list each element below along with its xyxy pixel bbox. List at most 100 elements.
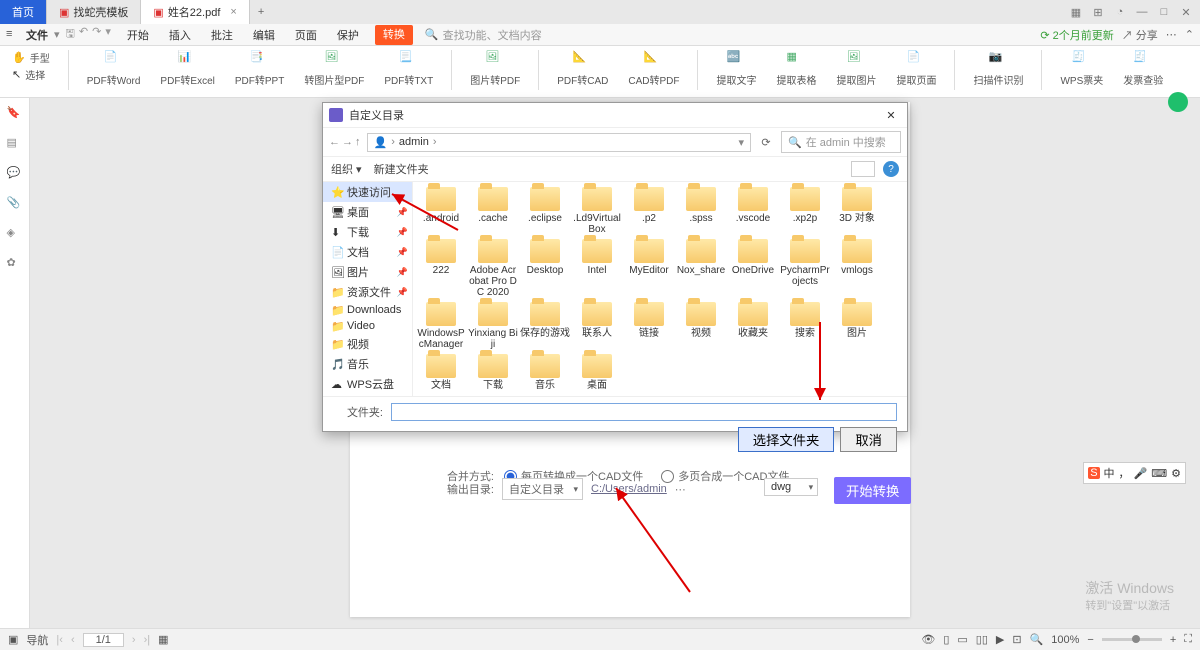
zoom-slider[interactable] <box>1102 638 1162 641</box>
start-convert-button[interactable]: 开始转换 <box>834 477 911 504</box>
tab-home[interactable]: 首页 <box>0 0 47 24</box>
ime-keyboard-icon[interactable]: ⌨ <box>1151 467 1167 480</box>
bookmark-icon[interactable]: 🔖 <box>7 106 23 122</box>
nav-up-icon[interactable]: ↑ <box>355 136 361 148</box>
rb-pdf2word[interactable]: 📄PDF转Word <box>81 50 147 87</box>
filename-input[interactable] <box>391 403 897 421</box>
folder-item[interactable]: Intel <box>571 238 623 299</box>
tab-document[interactable]: ▣姓名22.pdf× <box>141 0 249 24</box>
sidebar-item[interactable]: 🎵音乐 <box>323 354 412 374</box>
output-dir-combo[interactable]: 自定义目录 <box>502 478 583 500</box>
browse-icon[interactable]: ⋯ <box>675 483 686 496</box>
share-button[interactable]: ↗ 分享 <box>1122 27 1158 43</box>
nav-toggle-icon[interactable]: ▣ <box>8 633 18 646</box>
folder-item[interactable]: 音乐 <box>519 353 571 392</box>
help-button[interactable]: ? <box>883 161 899 177</box>
organize-menu[interactable]: 组织 ▾ <box>331 161 362 177</box>
folder-item[interactable]: Desktop <box>519 238 571 299</box>
rb-pdf2excel[interactable]: 📊PDF转Excel <box>154 50 220 87</box>
minimize-icon[interactable]: — <box>1134 4 1150 20</box>
folder-item[interactable]: 搜索 <box>779 301 831 351</box>
rb-extract-image[interactable]: 🖼提取图片 <box>830 50 882 87</box>
dialog-search[interactable]: 🔍 在 admin 中搜索 <box>781 131 901 153</box>
maximize-icon[interactable]: □ <box>1156 4 1172 20</box>
menu-annotate[interactable]: 批注 <box>207 25 237 45</box>
chevron-down-icon[interactable]: ▾ <box>738 136 744 149</box>
rb-extract-table[interactable]: ▦提取表格 <box>770 50 822 87</box>
menu-convert[interactable]: 转换 <box>375 25 413 45</box>
tool-hand-select[interactable]: ✋手型 ↖选择 <box>6 50 56 82</box>
sidebar-item[interactable]: 🖼图片📌 <box>323 262 412 282</box>
folder-item[interactable]: 下载 <box>467 353 519 392</box>
layers-icon[interactable]: ◈ <box>7 226 23 242</box>
breadcrumb[interactable]: 👤 › admin › ▾ <box>367 133 752 152</box>
first-page-icon[interactable]: |‹ <box>56 634 63 646</box>
tab-template[interactable]: ▣找蛇壳模板 <box>47 0 141 24</box>
ime-settings-icon[interactable]: ⚙ <box>1171 467 1181 480</box>
menu-protect[interactable]: 保护 <box>333 25 363 45</box>
prev-page-icon[interactable]: ‹ <box>71 634 75 646</box>
save-icon[interactable]: 🖫 <box>66 25 75 44</box>
caret-icon[interactable]: ⌃ <box>1185 28 1194 41</box>
output-path-link[interactable]: C:/Users/admin <box>591 483 667 495</box>
rb-invoice[interactable]: 🧾发票查验 <box>1117 50 1169 87</box>
assistant-badge[interactable] <box>1168 92 1188 112</box>
new-tab-button[interactable]: + <box>250 6 272 18</box>
folder-item[interactable]: .android <box>415 186 467 236</box>
sidebar-item[interactable]: 🖥桌面📌 <box>323 202 412 222</box>
view1-icon[interactable]: ▯ <box>943 633 949 646</box>
rb-extract-text[interactable]: 🔤提取文字 <box>710 50 762 87</box>
menu-insert[interactable]: 插入 <box>165 25 195 45</box>
close-icon[interactable]: × <box>230 6 236 18</box>
user-icon[interactable]: ◔ <box>1112 4 1128 20</box>
nav-fwd-icon[interactable]: → <box>342 136 353 148</box>
fit-icon[interactable]: ⊡ <box>1012 633 1021 646</box>
search-box[interactable]: 🔍 查找功能、文档内容 <box>425 27 542 43</box>
zoom-icon[interactable]: 🔍 <box>1030 633 1044 646</box>
new-folder-button[interactable]: 新建文件夹 <box>374 161 429 177</box>
rb-pdf2txt[interactable]: 📃PDF转TXT <box>378 50 439 87</box>
menu-icon[interactable]: ≡ <box>6 28 20 42</box>
file-menu[interactable]: 文件 <box>26 27 48 43</box>
sidebar-item[interactable]: ⬇下载📌 <box>323 222 412 242</box>
sidebar-item[interactable]: ☁WPS云盘 <box>323 394 412 396</box>
folder-item[interactable]: Yinxiang Biji <box>467 301 519 351</box>
sidebar-item[interactable]: 📁视频 <box>323 334 412 354</box>
rb-img-pdf[interactable]: 🖼转图片型PDF <box>298 50 370 87</box>
zoom-in-icon[interactable]: + <box>1170 634 1176 646</box>
rb-cad2pdf[interactable]: 📐CAD转PDF <box>622 50 685 87</box>
folder-item[interactable]: 3D 对象 <box>831 186 883 236</box>
rb-wps-ticket[interactable]: 🧾WPS票夹 <box>1054 50 1109 87</box>
folder-item[interactable]: .spss <box>675 186 727 236</box>
folder-item[interactable]: 图片 <box>831 301 883 351</box>
play-icon[interactable]: ▶ <box>996 633 1004 646</box>
folder-item[interactable]: OneDrive <box>727 238 779 299</box>
folder-item[interactable]: 视频 <box>675 301 727 351</box>
menu-start[interactable]: 开始 <box>123 25 153 45</box>
menu-edit[interactable]: 编辑 <box>249 25 279 45</box>
cancel-button[interactable]: 取消 <box>840 427 897 452</box>
last-page-icon[interactable]: ›| <box>144 634 151 646</box>
refresh-icon[interactable]: ⟳ <box>757 136 775 149</box>
attach-icon[interactable]: 📎 <box>7 196 23 212</box>
folder-item[interactable]: vmlogs <box>831 238 883 299</box>
grid-icon[interactable]: ▦ <box>1068 4 1084 20</box>
layout-icon[interactable]: ▦ <box>158 633 168 646</box>
folder-item[interactable]: 桌面 <box>571 353 623 392</box>
apps-icon[interactable]: ⊞ <box>1090 4 1106 20</box>
fullscreen-icon[interactable]: ⛶ <box>1184 633 1192 646</box>
select-folder-button[interactable]: 选择文件夹 <box>738 427 835 452</box>
format-combo[interactable]: dwg <box>764 478 818 496</box>
sidebar-item[interactable]: 📁Video <box>323 318 412 334</box>
folder-item[interactable]: 联系人 <box>571 301 623 351</box>
rb-pdf2cad[interactable]: 📐PDF转CAD <box>551 50 614 87</box>
more-icon[interactable]: ⋯ <box>1166 28 1177 41</box>
page-number[interactable]: 1/1 <box>83 633 124 647</box>
redo-icon[interactable]: ↷ <box>92 25 101 44</box>
folder-item[interactable]: WindowsP cManager <box>415 301 467 351</box>
folder-item[interactable]: .eclipse <box>519 186 571 236</box>
ime-lang[interactable]: 中 <box>1104 465 1115 481</box>
folder-item[interactable]: 保存的游戏 <box>519 301 571 351</box>
view3-icon[interactable]: ▯▯ <box>976 633 988 646</box>
folder-item[interactable]: 222 <box>415 238 467 299</box>
